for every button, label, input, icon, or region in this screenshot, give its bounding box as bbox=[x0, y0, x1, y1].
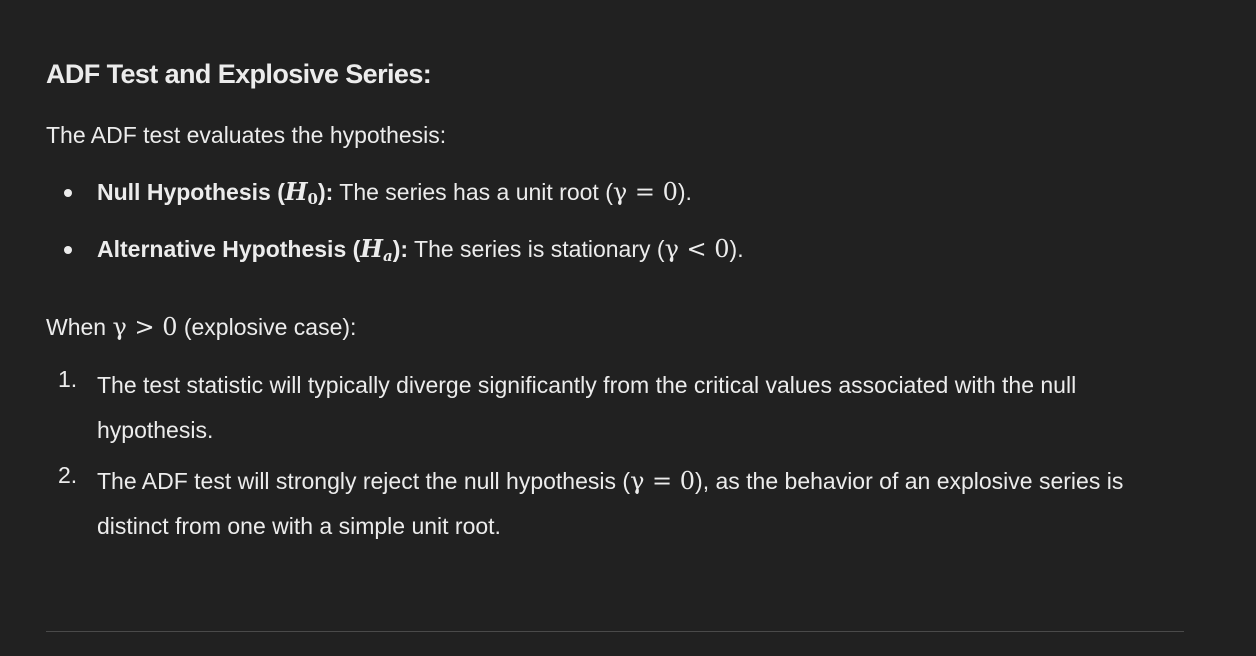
math-h0: H0 bbox=[284, 177, 318, 208]
math-gamma-gt-0: γ > 0 bbox=[112, 313, 178, 341]
null-hypothesis-text-post: ). bbox=[677, 179, 692, 205]
alternative-hypothesis-label: Alternative Hypothesis (Ha): bbox=[97, 234, 409, 265]
list-item-1: 1. The test statistic will typically div… bbox=[46, 363, 1186, 453]
list-number: 1. bbox=[58, 366, 78, 392]
math-gamma-lt-0: γ < 0 bbox=[664, 235, 730, 263]
hypothesis-list: Null Hypothesis (H0): The series has a u… bbox=[46, 176, 744, 290]
alternative-hypothesis-text-post: ). bbox=[729, 236, 744, 262]
math-gamma-eq-0: γ = 0 bbox=[630, 467, 696, 495]
bullet-icon bbox=[64, 189, 72, 197]
divider bbox=[46, 631, 1184, 632]
explosive-case-list: 1. The test statistic will typically div… bbox=[46, 366, 1186, 549]
alternative-hypothesis-text-pre: The series is stationary ( bbox=[408, 236, 665, 262]
intro-paragraph: The ADF test evaluates the hypothesis: bbox=[46, 122, 447, 148]
math-gamma-eq-0: γ = 0 bbox=[612, 178, 678, 206]
list-item-2: 2. The ADF test will strongly reject the… bbox=[46, 459, 1186, 549]
list-item-alternative-hypothesis: Alternative Hypothesis (Ha): The series … bbox=[46, 233, 744, 290]
section-heading: ADF Test and Explosive Series: bbox=[46, 59, 432, 89]
list-item-text: The test statistic will typically diverg… bbox=[97, 372, 1077, 443]
list-number: 2. bbox=[58, 462, 78, 488]
null-hypothesis-label: Null Hypothesis (H0): bbox=[97, 177, 334, 208]
explosive-case-paragraph: When γ > 0 (explosive case): bbox=[46, 313, 357, 341]
null-hypothesis-text-pre: The series has a unit root ( bbox=[333, 179, 613, 205]
math-ha: Ha bbox=[360, 234, 393, 265]
bullet-icon bbox=[64, 246, 72, 254]
list-item-text: The ADF test will strongly reject the nu… bbox=[97, 467, 1124, 539]
list-item-null-hypothesis: Null Hypothesis (H0): The series has a u… bbox=[46, 176, 744, 233]
